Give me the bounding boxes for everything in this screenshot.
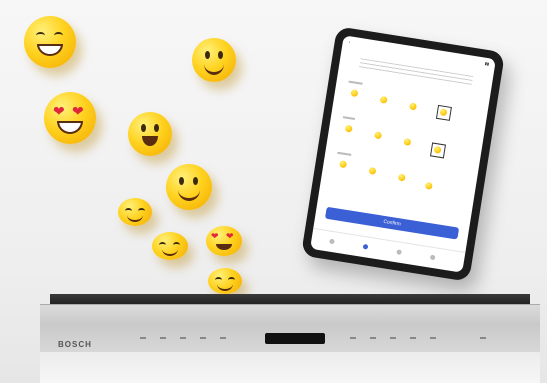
heart-eyes-face-icon: ❤ ❤ bbox=[44, 92, 96, 144]
control-button[interactable] bbox=[140, 337, 146, 339]
control-button[interactable] bbox=[200, 337, 206, 339]
row-label bbox=[348, 80, 363, 85]
tab-profile-icon[interactable] bbox=[429, 254, 436, 261]
rating-emoji-icon[interactable] bbox=[374, 131, 383, 140]
tablet-device: ‹ ▮▮ Confirm bbox=[300, 26, 506, 282]
control-button[interactable] bbox=[430, 337, 436, 339]
dishwasher-door bbox=[40, 352, 540, 383]
heart-eyes-face-icon: ❤ ❤ bbox=[206, 226, 242, 256]
control-button[interactable] bbox=[180, 337, 186, 339]
tablet-screen: ‹ ▮▮ Confirm bbox=[310, 35, 496, 273]
grinning-face-icon bbox=[24, 16, 76, 68]
control-button[interactable] bbox=[350, 337, 356, 339]
content-face-icon bbox=[118, 198, 152, 226]
smiling-open-mouth-face-icon bbox=[128, 112, 172, 156]
smiling-face-icon bbox=[166, 164, 212, 210]
rating-emoji-icon[interactable] bbox=[344, 124, 353, 133]
rating-emoji-icon[interactable] bbox=[339, 160, 348, 169]
brand-label: BOSCH bbox=[58, 340, 92, 349]
content-face-icon bbox=[152, 232, 188, 260]
control-button[interactable] bbox=[160, 337, 166, 339]
rating-emoji-icon[interactable] bbox=[409, 102, 418, 111]
control-button[interactable] bbox=[390, 337, 396, 339]
control-button[interactable] bbox=[480, 337, 486, 339]
smiling-face-icon bbox=[192, 38, 236, 82]
tab-appliances-icon[interactable] bbox=[396, 249, 402, 255]
photo-scene: ❤ ❤ ❤ ❤ ‹ ▮▮ Confirm BOSCH bbox=[0, 0, 547, 383]
rating-emoji-icon[interactable] bbox=[379, 95, 388, 104]
tab-feedback-icon[interactable] bbox=[362, 243, 369, 250]
rating-emoji-icon[interactable] bbox=[368, 166, 377, 175]
rating-emoji-icon[interactable] bbox=[424, 181, 433, 190]
content-face-icon bbox=[208, 268, 242, 294]
display-screen bbox=[265, 333, 325, 344]
control-button[interactable] bbox=[370, 337, 376, 339]
rating-emoji-icon[interactable] bbox=[397, 173, 406, 182]
control-button[interactable] bbox=[220, 337, 226, 339]
tab-home-icon[interactable] bbox=[329, 238, 335, 245]
row-label bbox=[337, 151, 352, 156]
control-button[interactable] bbox=[410, 337, 416, 339]
dishwasher-control-panel: BOSCH bbox=[40, 304, 540, 353]
rating-emoji-icon[interactable] bbox=[350, 89, 359, 98]
row-label bbox=[342, 116, 356, 121]
rating-emoji-icon[interactable] bbox=[403, 138, 412, 147]
